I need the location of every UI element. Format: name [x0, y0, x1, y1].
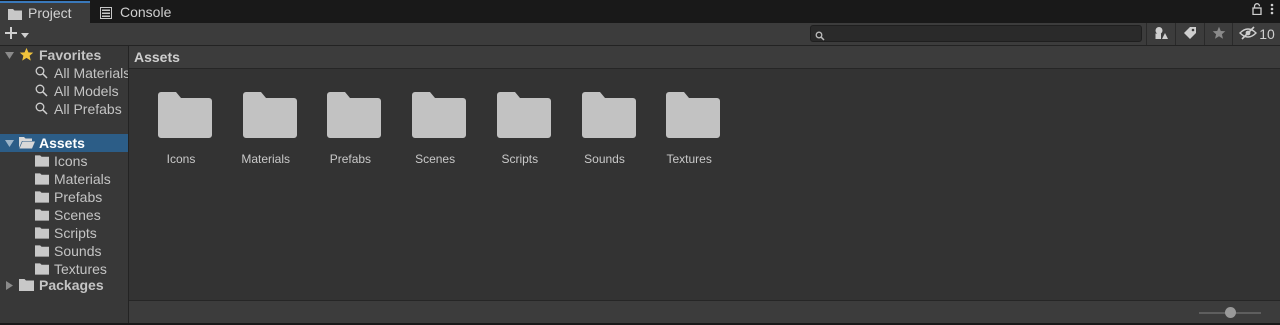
breadcrumb[interactable]: Assets	[134, 49, 180, 65]
star-icon	[1212, 26, 1226, 43]
folder-icon	[327, 92, 382, 138]
folder-icon	[496, 92, 551, 138]
console-icon	[100, 6, 114, 19]
tag-icon	[1183, 26, 1197, 43]
folder-icon	[35, 173, 49, 185]
tree-item-scenes[interactable]: Scenes	[0, 206, 128, 224]
folder-item-textures[interactable]: Textures	[647, 92, 731, 172]
folder-icon	[35, 209, 49, 221]
window-tab-bar: Project Console	[0, 0, 1280, 23]
tree-label: Scripts	[54, 225, 97, 241]
folder-label: Prefabs	[329, 152, 372, 166]
folder-icon	[581, 92, 636, 138]
folder-icon	[158, 92, 212, 138]
tree-label: Assets	[39, 135, 85, 151]
dropdown-arrow-icon	[21, 27, 29, 42]
tree-item-materials[interactable]: Materials	[0, 170, 128, 188]
tree-item-all-prefabs[interactable]: All Prefabs	[0, 100, 128, 118]
status-footer	[129, 300, 1280, 324]
folder-icon	[35, 227, 49, 239]
search-input[interactable]	[829, 26, 1129, 41]
folder-icon	[412, 92, 467, 138]
folder-icon	[666, 92, 721, 138]
hidden-count-label: 10	[1259, 26, 1275, 42]
folder-item-scenes[interactable]: Scenes	[393, 92, 477, 172]
tree-label: Sounds	[54, 243, 102, 259]
folder-item-materials[interactable]: Materials	[224, 92, 308, 172]
folder-icon	[35, 263, 49, 275]
folder-item-icons[interactable]: Icons	[139, 92, 223, 172]
folder-icon	[35, 155, 49, 167]
folder-icon	[8, 7, 22, 20]
eye-slash-icon	[1239, 25, 1258, 43]
search-icon	[815, 29, 825, 44]
tree-item-sounds[interactable]: Sounds	[0, 242, 128, 260]
project-toolbar: 10	[0, 23, 1280, 46]
tree-label: Prefabs	[54, 189, 103, 205]
folder-label: Scripts	[501, 152, 539, 166]
tree-label: Materials	[54, 171, 111, 187]
breadcrumb-bar: Assets	[129, 46, 1280, 69]
tree-label: Favorites	[39, 47, 102, 63]
star-icon	[19, 47, 34, 62]
folder-label: Icons	[166, 152, 196, 166]
tree-label: Scenes	[54, 207, 101, 223]
search-by-type-button[interactable]	[1146, 23, 1175, 45]
folder-label: Scenes	[415, 152, 456, 166]
tree-item-all-models[interactable]: All Models	[0, 82, 128, 100]
folder-item-prefabs[interactable]: Prefabs	[308, 92, 392, 172]
tree-label: Packages	[39, 277, 104, 293]
folder-icon	[35, 245, 49, 257]
search-by-label-button[interactable]	[1175, 23, 1204, 45]
open-folder-icon	[19, 136, 35, 149]
tree-label: All Models	[54, 83, 119, 99]
lock-icon[interactable]	[1252, 3, 1262, 15]
search-field[interactable]	[810, 25, 1142, 42]
tree-assets[interactable]: Assets	[0, 134, 128, 152]
tab-project[interactable]: Project	[0, 1, 90, 23]
search-icon	[35, 66, 48, 79]
folder-label: Sounds	[584, 152, 625, 166]
folder-label: Materials	[241, 152, 291, 166]
folder-tree: Favorites All Materials All Models All P…	[0, 46, 129, 323]
tree-item-all-materials[interactable]: All Materials	[0, 64, 128, 82]
plus-icon	[4, 26, 18, 43]
tree-packages[interactable]: Packages	[0, 276, 128, 294]
tab-label: Console	[120, 4, 172, 20]
folder-label: Textures	[666, 152, 712, 166]
tab-label: Project	[28, 5, 72, 21]
folder-item-sounds[interactable]: Sounds	[563, 92, 647, 172]
save-search-button[interactable]	[1204, 23, 1233, 45]
zoom-slider-thumb[interactable]	[1225, 307, 1236, 318]
search-icon	[35, 102, 48, 115]
tree-label: Icons	[54, 153, 88, 169]
shapes-icon	[1154, 26, 1168, 43]
folder-icon	[19, 279, 34, 291]
folder-icon	[35, 191, 49, 203]
expand-arrow-icon[interactable]	[4, 50, 14, 60]
tree-favorites[interactable]: Favorites	[0, 46, 128, 64]
tree-item-prefabs[interactable]: Prefabs	[0, 188, 128, 206]
collapse-arrow-icon[interactable]	[4, 280, 14, 290]
create-dropdown-button[interactable]	[4, 24, 38, 44]
tab-console[interactable]: Console	[92, 1, 192, 23]
tree-label: All Prefabs	[54, 101, 122, 117]
tree-item-scripts[interactable]: Scripts	[0, 224, 128, 242]
folder-item-scripts[interactable]: Scripts	[478, 92, 562, 172]
asset-browser: Assets Icons Materials Prefabs Scenes Script…	[129, 46, 1280, 300]
more-options-icon[interactable]	[1270, 3, 1274, 15]
search-icon	[35, 84, 48, 97]
tree-label: Textures	[54, 261, 107, 277]
hidden-packages-toggle[interactable]: 10	[1232, 23, 1280, 45]
expand-arrow-icon[interactable]	[4, 138, 14, 148]
tree-item-icons[interactable]: Icons	[0, 152, 128, 170]
tree-label: All Materials	[54, 65, 129, 81]
folder-icon	[242, 92, 297, 138]
